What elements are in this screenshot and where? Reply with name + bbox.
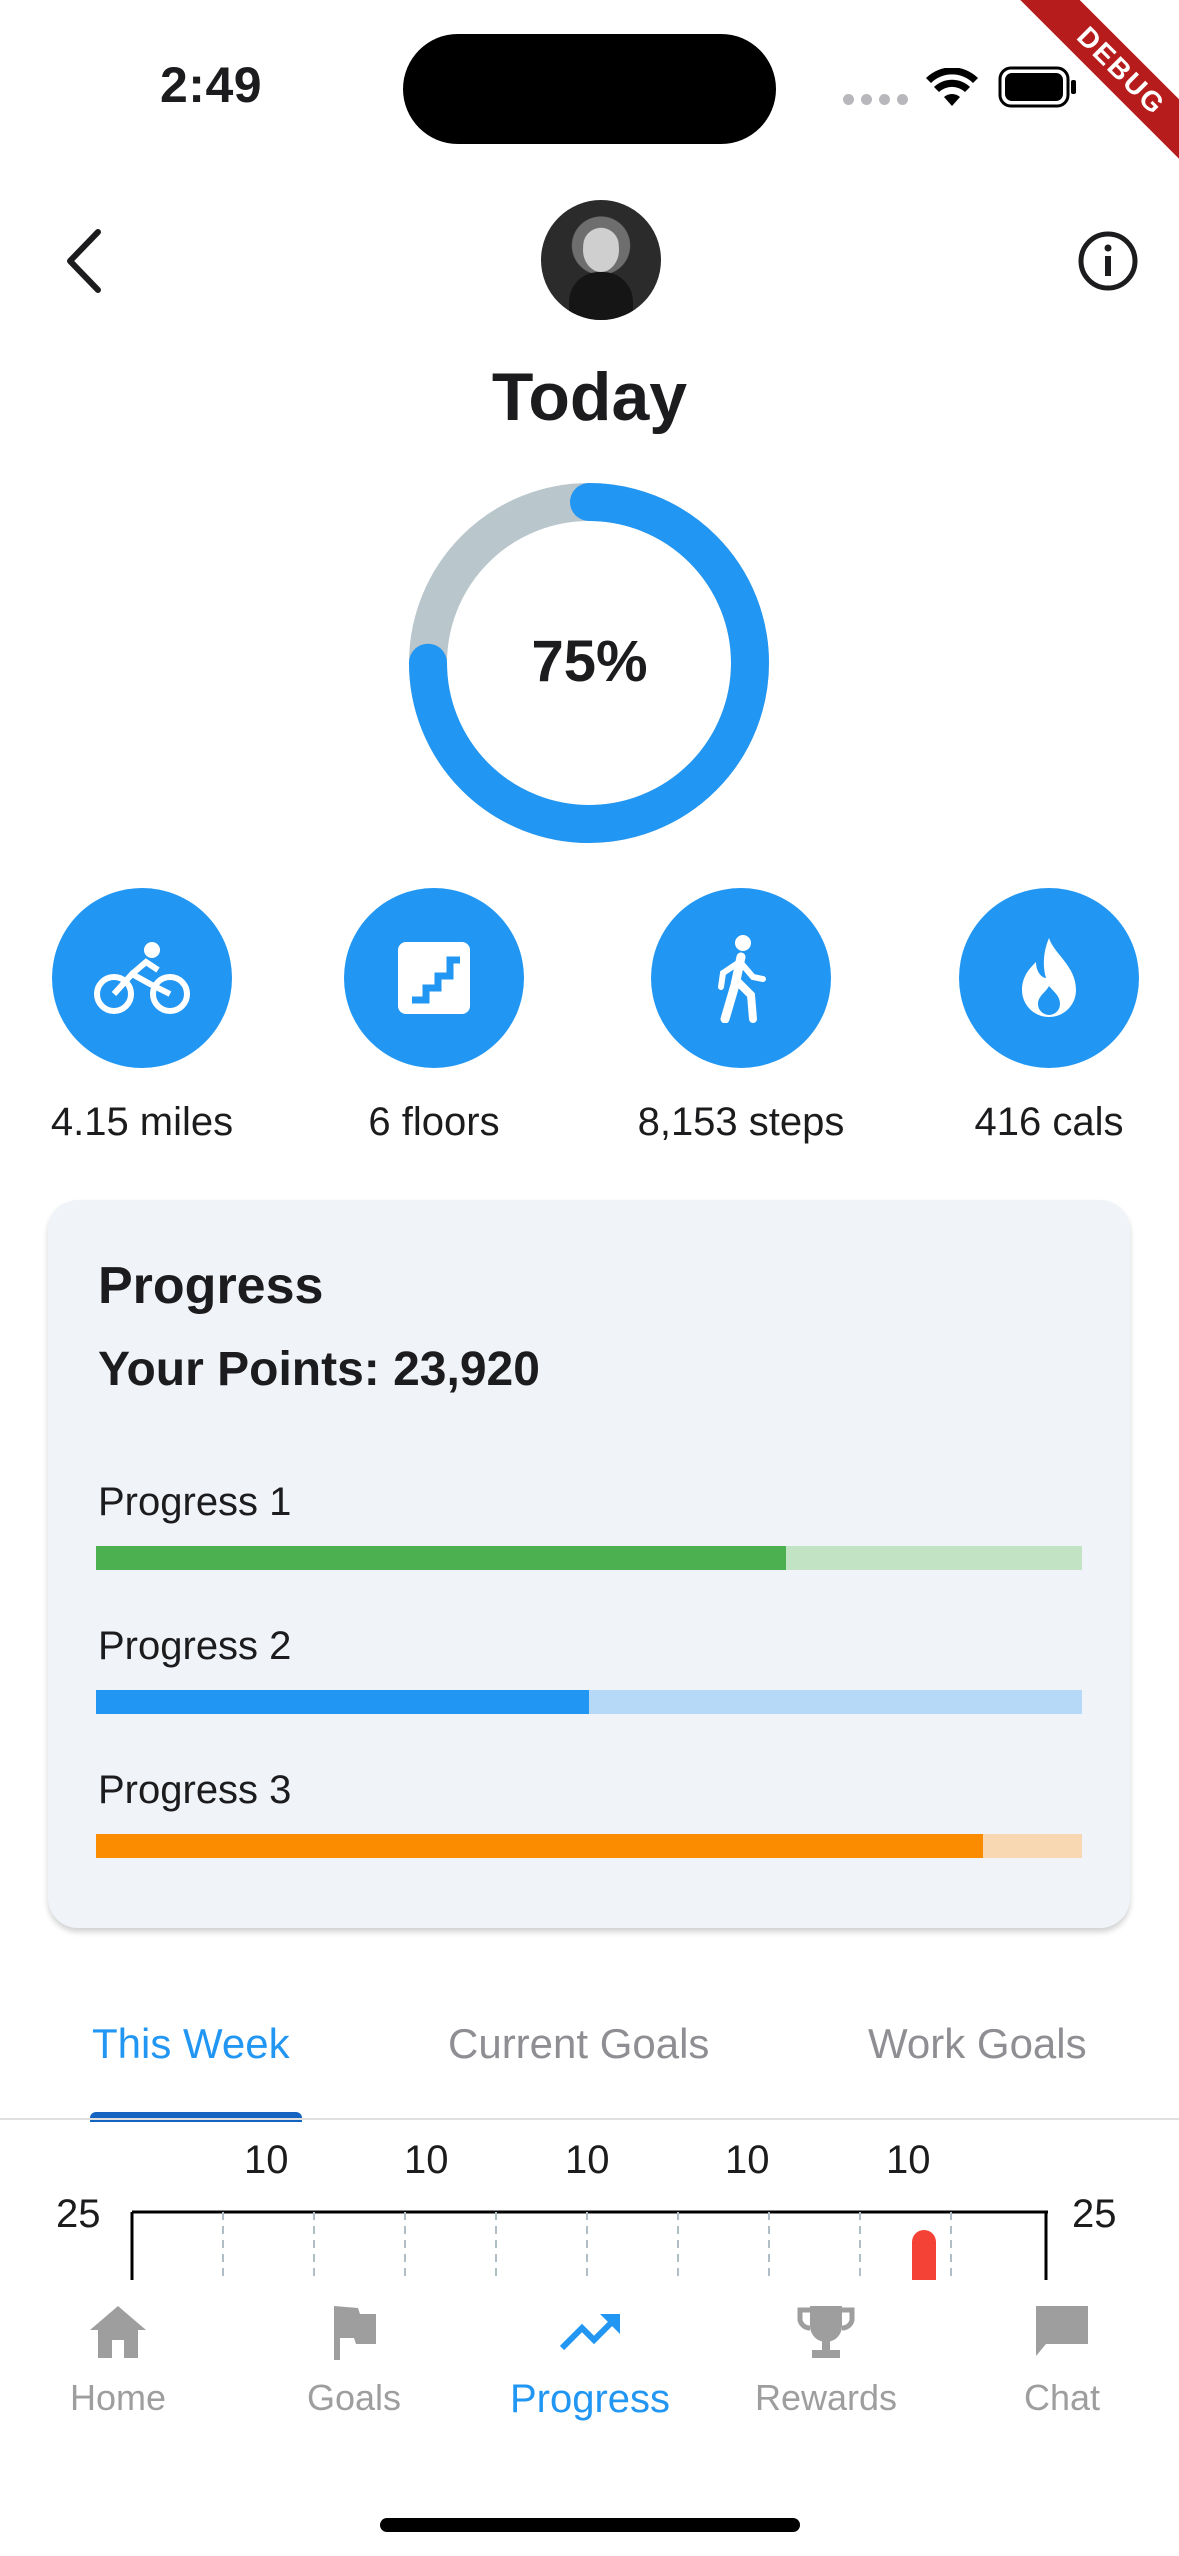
- nav-home[interactable]: Home: [0, 2302, 236, 2419]
- stat-label-miles: 4.15 miles: [50, 1100, 234, 1144]
- tab-work-goals[interactable]: Work Goals: [868, 2020, 1087, 2068]
- stat-label-calories: 416 cals: [974, 1100, 1124, 1144]
- progress-bar-fill: [96, 1834, 984, 1858]
- stat-label-steps: 8,153 steps: [637, 1100, 845, 1144]
- points-total: Your Points: 23,920: [98, 1343, 540, 1396]
- cycling-stat-button[interactable]: [52, 888, 232, 1068]
- nav-progress[interactable]: Progress: [472, 2302, 708, 2422]
- chart-top-label: 10: [244, 2138, 289, 2182]
- card-title: Progress: [98, 1257, 324, 1315]
- progress-label-1: Progress 1: [98, 1480, 292, 1524]
- progress-bar-3: [96, 1834, 1082, 1858]
- trophy-icon: [797, 2306, 855, 2358]
- page-title: Today: [491, 359, 688, 435]
- progress-card: Progress Your Points: 23,920 Progress 1 …: [48, 1200, 1130, 1928]
- nav-goals[interactable]: Goals: [236, 2302, 472, 2419]
- avatar[interactable]: [541, 200, 661, 320]
- dynamic-island: [403, 34, 776, 144]
- chart-top-label: 10: [565, 2138, 610, 2182]
- chart-axis: [130, 2210, 1048, 2290]
- chart-top-label: 10: [404, 2138, 449, 2182]
- flag-icon: [334, 2306, 376, 2360]
- progress-label-2: Progress 2: [98, 1624, 292, 1668]
- debug-banner: DEBUG: [979, 0, 1179, 200]
- tab-this-week[interactable]: This Week: [92, 2020, 290, 2068]
- back-button[interactable]: [56, 226, 112, 296]
- daily-percent: 75%: [531, 629, 648, 694]
- progress-label-3: Progress 3: [98, 1768, 292, 1812]
- steps-stat-button[interactable]: [651, 888, 831, 1068]
- home-icon: [90, 2306, 146, 2358]
- trending-up-icon: [559, 2314, 620, 2351]
- chart-right-value: 25: [1072, 2192, 1117, 2236]
- cellular-signal-icon: [843, 94, 908, 105]
- progress-bar-fill: [96, 1690, 589, 1714]
- progress-bar-fill: [96, 1546, 787, 1570]
- week-chart: 10 10 10 10 10 25 25: [0, 2120, 1179, 2290]
- floors-stat-button[interactable]: [344, 888, 524, 1068]
- stairs-icon: [398, 942, 470, 1014]
- home-indicator: [380, 2518, 800, 2532]
- progress-bar-1: [96, 1546, 1082, 1570]
- calories-stat-button[interactable]: [959, 888, 1139, 1068]
- bicycle-icon: [94, 942, 190, 1014]
- walking-icon: [718, 935, 766, 1023]
- info-icon[interactable]: [1076, 229, 1140, 293]
- progress-bar-2: [96, 1690, 1082, 1714]
- chart-left-value: 25: [56, 2192, 101, 2236]
- chat-icon: [1036, 2306, 1088, 2356]
- nav-chat[interactable]: Chat: [944, 2302, 1179, 2419]
- chart-top-label: 10: [725, 2138, 770, 2182]
- stat-label-floors: 6 floors: [368, 1100, 500, 1144]
- flame-icon: [1022, 938, 1076, 1017]
- bottom-navigation: Home Goals Progress Rewards Chat: [0, 2280, 1179, 2556]
- status-time: 2:49: [160, 57, 263, 113]
- tab-current-goals[interactable]: Current Goals: [448, 2020, 709, 2068]
- nav-rewards[interactable]: Rewards: [708, 2302, 944, 2419]
- chart-top-label: 10: [886, 2138, 931, 2182]
- wifi-icon: [926, 68, 978, 106]
